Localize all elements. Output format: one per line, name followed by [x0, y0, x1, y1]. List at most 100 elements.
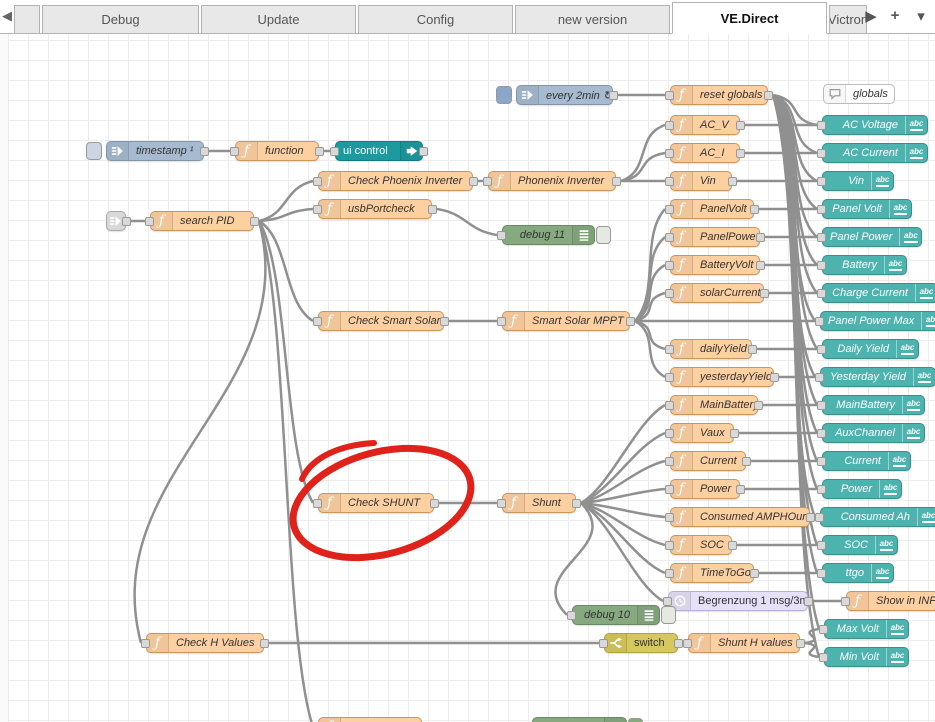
input-port[interactable] — [665, 91, 674, 100]
debug-toggle-button[interactable] — [661, 606, 676, 624]
input-port[interactable] — [665, 149, 674, 158]
input-port[interactable] — [497, 317, 506, 326]
output-port[interactable] — [754, 401, 763, 410]
tab-debug[interactable]: Debug — [42, 5, 199, 33]
node-t_soc[interactable]: SOCabc — [822, 535, 898, 555]
node-t_mainbattery[interactable]: MainBatteryabc — [822, 395, 925, 415]
inject-button[interactable] — [496, 86, 512, 104]
debug-toggle-button[interactable] — [596, 226, 611, 244]
node-t_panelpowermax[interactable]: Panel Power Maxabc — [820, 311, 935, 331]
tab-ve-direct[interactable]: VE.Direct — [672, 2, 827, 34]
node-debug11[interactable]: debug 11 — [502, 225, 595, 245]
node-shunthvalues[interactable]: ƒShunt H values — [688, 633, 800, 653]
input-port[interactable] — [497, 499, 506, 508]
node-f_aci[interactable]: ƒAC_I — [670, 143, 740, 163]
node-f_soc[interactable]: ƒSOC — [670, 535, 732, 555]
node-phonenix[interactable]: ƒPhonenix Inverter — [488, 171, 616, 191]
input-port[interactable] — [141, 639, 150, 648]
node-checkphoenix[interactable]: ƒCheck Phoenix Inverter — [318, 171, 473, 191]
add-flow-button[interactable]: + — [886, 7, 904, 24]
output-port[interactable] — [796, 639, 805, 648]
input-port[interactable] — [665, 233, 674, 242]
node-usbportcheck[interactable]: ƒusbPortcheck — [318, 199, 432, 219]
output-port[interactable] — [315, 147, 324, 156]
output-port[interactable] — [419, 147, 428, 156]
node-f_mainbattery[interactable]: ƒMainBattery — [670, 395, 758, 415]
node-checksmartsolar[interactable]: ƒCheck Smart Solar — [318, 311, 444, 331]
node-f_panelvolt[interactable]: ƒPanelVolt — [670, 199, 754, 219]
node-mppt[interactable]: ƒSmart Solar MPPT — [502, 311, 630, 331]
input-port[interactable] — [567, 611, 576, 620]
node-every2min[interactable]: every 2min ↻ — [516, 85, 613, 105]
node-t_ttgo[interactable]: ttgoabc — [822, 563, 894, 583]
input-port[interactable] — [665, 205, 674, 214]
node-f_batteryvolt[interactable]: ƒBatteryVolt — [670, 255, 760, 275]
input-port[interactable] — [817, 485, 826, 494]
node-t_dailyyield[interactable]: Daily Yieldabc — [822, 339, 919, 359]
node-t_current[interactable]: Currentabc — [822, 451, 911, 471]
output-port[interactable] — [728, 541, 737, 550]
output-port[interactable] — [804, 597, 813, 606]
output-port[interactable] — [736, 485, 745, 494]
input-port[interactable] — [817, 289, 826, 298]
input-port[interactable] — [330, 147, 339, 156]
tab-scroll-right-button[interactable]: ▶ — [862, 7, 880, 25]
output-port[interactable] — [750, 205, 759, 214]
output-port[interactable] — [748, 345, 757, 354]
input-port[interactable] — [815, 513, 824, 522]
node-f_acv[interactable]: ƒAC_V — [670, 115, 740, 135]
node-f_power[interactable]: ƒPower — [670, 479, 740, 499]
output-port[interactable] — [250, 217, 259, 226]
input-port[interactable] — [819, 625, 828, 634]
output-port[interactable] — [572, 499, 581, 508]
output-port[interactable] — [760, 289, 769, 298]
node-showininfo[interactable]: ƒShow in INFO — [846, 591, 935, 611]
input-port[interactable] — [665, 121, 674, 130]
tab-new-version[interactable]: new version — [515, 5, 670, 33]
input-port[interactable] — [817, 569, 826, 578]
output-port[interactable] — [260, 639, 269, 648]
input-port[interactable] — [313, 205, 322, 214]
input-port[interactable] — [663, 597, 672, 606]
input-port[interactable] — [819, 653, 828, 662]
input-port[interactable] — [665, 541, 674, 550]
node-t_panelvolt[interactable]: Panel Voltabc — [822, 199, 912, 219]
output-port[interactable] — [770, 373, 779, 382]
inject-button[interactable] — [86, 142, 102, 160]
input-port[interactable] — [841, 597, 850, 606]
output-port[interactable] — [764, 91, 773, 100]
input-port[interactable] — [665, 401, 674, 410]
tab-stub[interactable] — [14, 5, 40, 33]
output-port[interactable] — [440, 317, 449, 326]
output-port[interactable] — [756, 261, 765, 270]
output-port[interactable] — [469, 177, 478, 186]
output-port[interactable] — [730, 429, 739, 438]
debug-toggle-button[interactable] — [628, 718, 643, 722]
output-port[interactable] — [430, 499, 439, 508]
node-f_panelpower[interactable]: ƒPanelPower — [670, 227, 760, 247]
input-port[interactable] — [665, 429, 674, 438]
input-port[interactable] — [665, 261, 674, 270]
node-t_yesterdayyield[interactable]: Yesterday Yieldabc — [820, 367, 935, 387]
tab-scroll-left-button[interactable]: ◀ — [1, 8, 13, 24]
input-port[interactable] — [665, 513, 674, 522]
node-t_auxchannel[interactable]: AuxChannelabc — [822, 423, 925, 443]
input-port[interactable] — [665, 457, 674, 466]
node-resetglobals[interactable]: ƒreset globals — [670, 85, 768, 105]
output-port[interactable] — [742, 457, 751, 466]
input-port[interactable] — [313, 317, 322, 326]
node-uicontrol[interactable]: ui control — [335, 141, 423, 161]
input-port[interactable] — [817, 401, 826, 410]
input-port[interactable] — [665, 569, 674, 578]
node-timestamp[interactable]: timestamp ¹ — [106, 141, 204, 161]
node-t_maxvolt[interactable]: Max Voltabc — [824, 619, 909, 639]
input-port[interactable] — [665, 485, 674, 494]
node-searchpid[interactable]: ƒsearch PID — [150, 211, 254, 231]
output-port[interactable] — [200, 147, 209, 156]
input-port[interactable] — [145, 217, 154, 226]
input-port[interactable] — [665, 289, 674, 298]
input-port[interactable] — [815, 317, 824, 326]
tab-update[interactable]: Update — [201, 5, 356, 33]
node-f_vaux[interactable]: ƒVaux — [670, 423, 734, 443]
node-t_acvoltage[interactable]: AC Voltageabc — [822, 115, 928, 135]
